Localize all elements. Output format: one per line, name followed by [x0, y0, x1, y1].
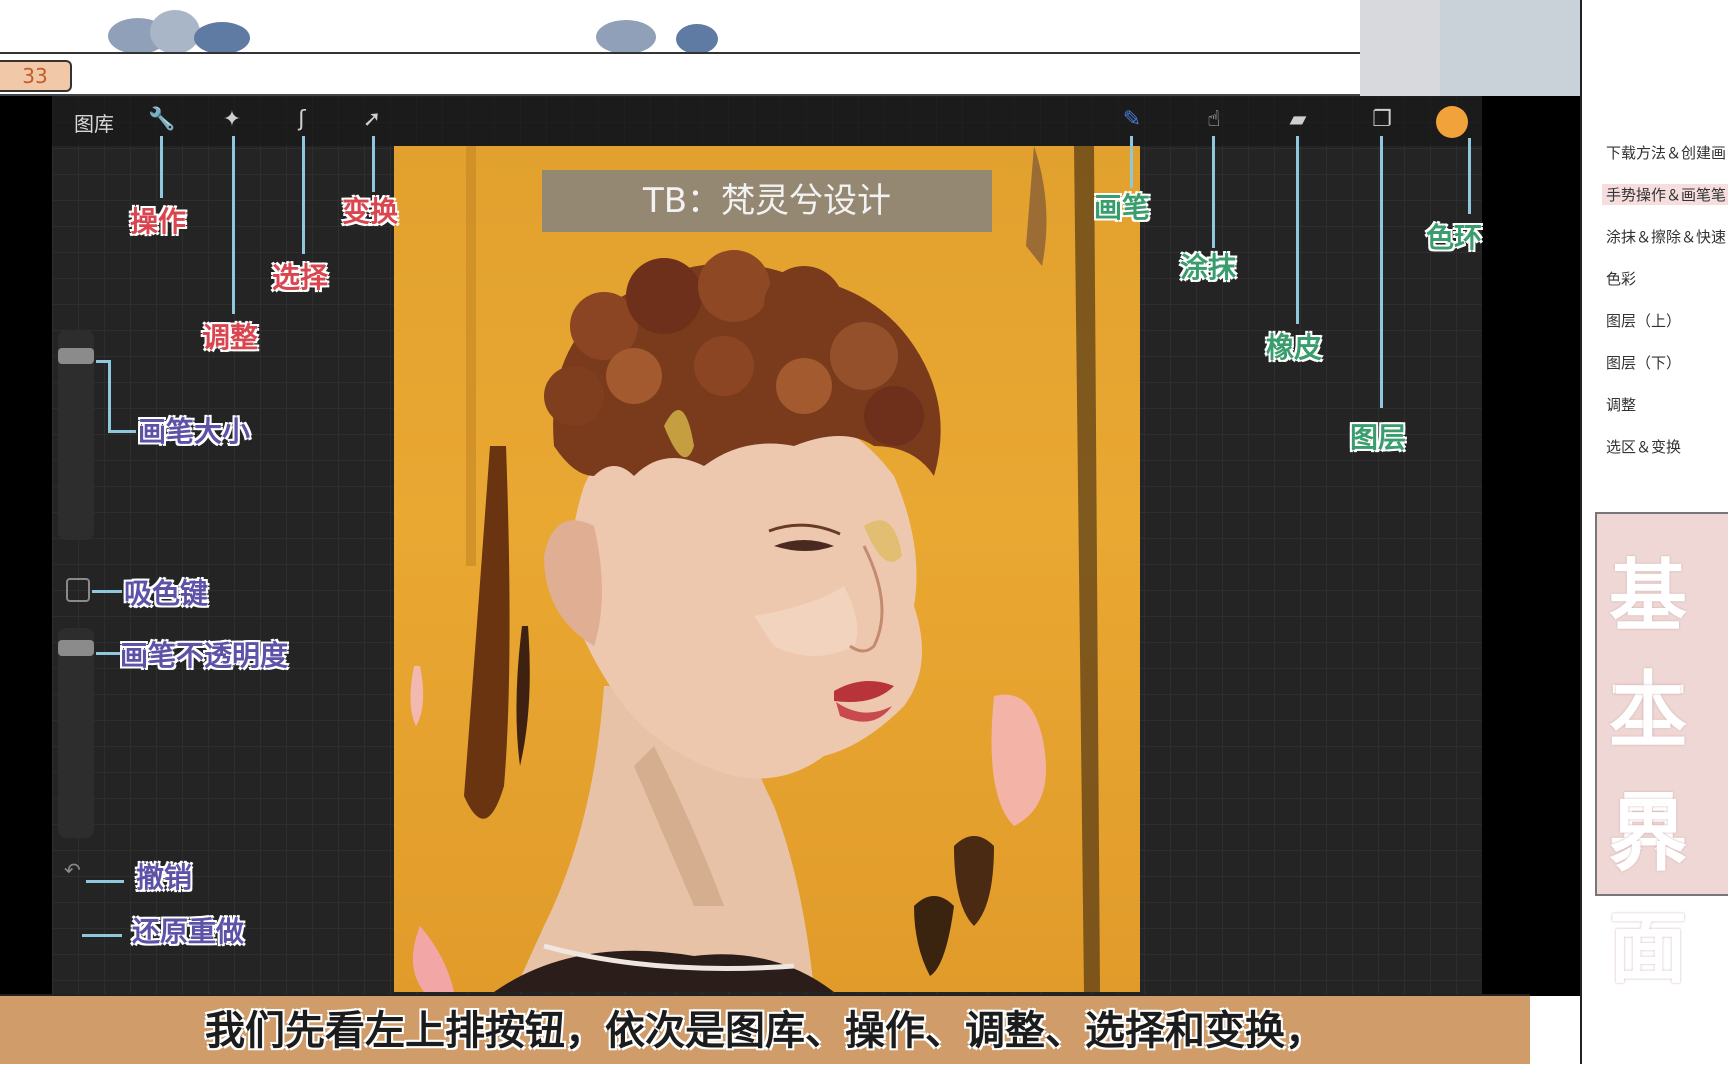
portrait-illustration [410, 146, 1100, 992]
decor-block [1360, 0, 1440, 110]
connector-line [92, 590, 122, 593]
connector-line [108, 430, 136, 433]
connector-line [1130, 136, 1133, 188]
cloud-decoration [150, 10, 200, 54]
layers-icon[interactable]: ❐ [1368, 106, 1396, 134]
connector-line [1380, 136, 1383, 408]
annotation-undo: 撤销 [135, 861, 193, 895]
gallery-button[interactable]: 图库 [74, 108, 114, 137]
subtitle-caption: 我们先看左上排按钮，依次是图库、操作、调整、选择和变换， [205, 1008, 1325, 1054]
eraser-icon[interactable]: ▰ [1284, 106, 1312, 134]
page-number-tag: 33 [0, 60, 72, 92]
connector-line [108, 360, 111, 432]
portrait-artwork[interactable] [394, 146, 1140, 992]
card-text: 界面 [1609, 792, 1688, 994]
annotation-adjust: 调整 [201, 321, 259, 355]
annotation-eraser: 橡皮 [1265, 331, 1323, 365]
annotation-transform: 变换 [341, 195, 399, 229]
brush-size-handle[interactable] [58, 348, 94, 364]
annotation-smudge: 涂抹 [1179, 251, 1237, 285]
outline-item-active[interactable]: 手势操作＆画笔笔 [1602, 184, 1728, 205]
transform-arrow-icon[interactable]: ➚ [358, 106, 386, 134]
connector-line [232, 136, 235, 314]
outline-item[interactable]: 下载方法＆创建画 [1606, 142, 1726, 163]
connector-line [82, 934, 122, 937]
wrench-icon[interactable]: 🔧 [148, 106, 176, 134]
annotation-brush-opacity: 画笔不透明度 [119, 639, 289, 673]
brush-opacity-slider[interactable] [58, 628, 94, 838]
magic-wand-icon[interactable]: ✦ [218, 106, 246, 134]
cloud-decoration [676, 24, 718, 54]
annotation-layers: 图层 [1349, 421, 1407, 455]
connector-line [86, 880, 124, 883]
annotation-redo: 还原重做 [131, 915, 245, 949]
chapter-title-card: 基本 工具 界面 [1595, 512, 1728, 994]
color-wheel-button[interactable] [1436, 106, 1468, 138]
eyedropper-button[interactable] [66, 578, 90, 602]
brush-opacity-handle[interactable] [58, 640, 94, 656]
top-toolbar [52, 96, 1482, 146]
outline-item[interactable]: 涂抹＆擦除＆快速 [1606, 226, 1726, 247]
selection-icon[interactable]: ʃ [288, 106, 316, 134]
outline-item[interactable]: 选区＆变换 [1606, 436, 1681, 457]
connector-line [1296, 136, 1299, 324]
annotation-brush-size: 画笔大小 [137, 415, 251, 449]
connector-line [1468, 138, 1471, 214]
annotation-selection: 选择 [271, 261, 329, 295]
connector-line [302, 136, 305, 254]
outline-item[interactable]: 调整 [1606, 394, 1636, 415]
connector-line [160, 136, 163, 198]
bottom-margin [0, 1064, 1728, 1080]
cloud-decoration [596, 20, 656, 54]
annotation-actions: 操作 [129, 205, 187, 239]
annotation-color-wheel: 色环 [1425, 221, 1483, 255]
brush-icon[interactable]: ✎ [1118, 106, 1146, 134]
outline-item[interactable]: 图层（上） [1606, 310, 1681, 331]
connector-line [372, 136, 375, 192]
divider [0, 52, 1360, 54]
cloud-decoration [194, 22, 250, 54]
annotation-brush: 画笔 [1093, 191, 1151, 225]
undo-icon[interactable]: ↶ [64, 858, 81, 882]
connector-line [1212, 136, 1215, 248]
annotation-eyedropper: 吸色键 [123, 577, 209, 611]
watermark: TB：梵灵兮设计 [542, 170, 992, 232]
outline-item[interactable]: 图层（下） [1606, 352, 1681, 373]
connector-line [96, 652, 120, 655]
outline-item[interactable]: 色彩 [1606, 268, 1636, 289]
smudge-icon[interactable]: ☝ [1200, 106, 1228, 134]
